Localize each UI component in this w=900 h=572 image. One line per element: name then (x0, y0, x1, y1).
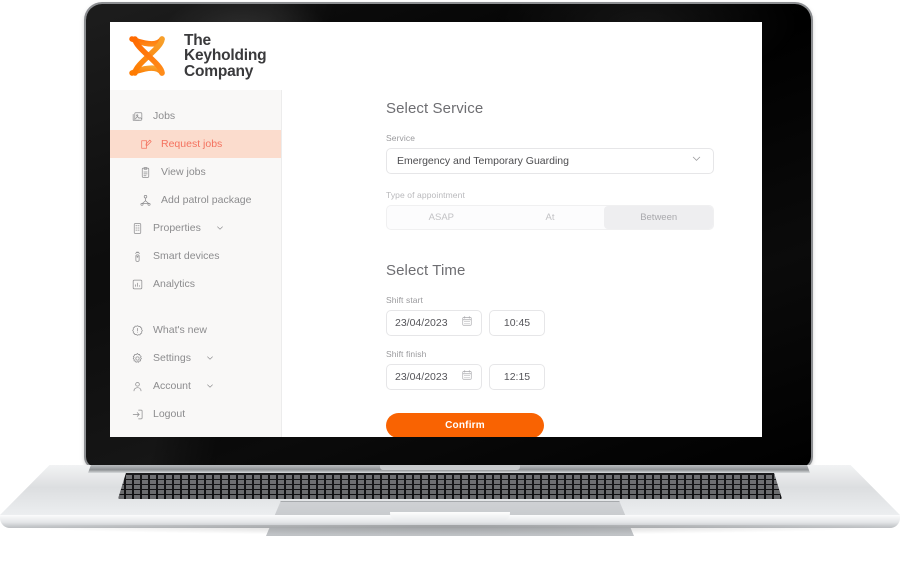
sidebar-item-label: View jobs (161, 166, 206, 178)
shift-start-time-value: 10:45 (503, 317, 531, 329)
base-front-notch (390, 512, 510, 521)
sidebar-item-settings[interactable]: Settings (110, 344, 281, 372)
keyboard-row (118, 495, 782, 499)
shift-start-date-input[interactable]: 23/04/2023 (386, 310, 482, 336)
shift-start-time-input[interactable]: 10:45 (489, 310, 545, 336)
sidebar: Jobs Request jobs View jobs Add patrol p… (110, 90, 282, 437)
app-body: Jobs Request jobs View jobs Add patrol p… (110, 90, 762, 437)
service-select-value: Emergency and Temporary Guarding (397, 155, 569, 167)
keyboard-row (118, 480, 782, 484)
main-content: Select Service Service Emergency and Tem… (282, 90, 762, 437)
shift-finish-label: Shift finish (386, 349, 427, 359)
keyboard-row (118, 485, 782, 489)
drop-shadow (10, 525, 890, 535)
bar-chart-icon (130, 277, 144, 291)
sidebar-item-label: Jobs (153, 110, 176, 122)
building-icon (130, 221, 144, 235)
smart-device-icon (130, 249, 144, 263)
chevron-down-icon (205, 381, 215, 391)
shift-finish-time-value: 12:15 (503, 371, 531, 383)
sidebar-divider-gap (110, 298, 281, 316)
chevron-down-icon (215, 223, 225, 233)
service-label: Service (386, 133, 416, 143)
sidebar-item-label: Account (153, 380, 191, 392)
gear-icon (130, 351, 144, 365)
sidebar-item-label: Logout (153, 408, 186, 420)
keyboard (118, 473, 782, 499)
shift-finish-row: 23/04/2023 12:15 (386, 364, 762, 390)
brand-logo[interactable]: The Keyholding Company (122, 30, 267, 82)
person-icon (130, 379, 144, 393)
brand-line-3: Company (184, 62, 254, 80)
appointment-type-segmented-control: ASAP At Between (386, 205, 714, 230)
shift-start-date-value: 23/04/2023 (395, 317, 448, 329)
calendar-icon[interactable] (461, 314, 473, 332)
sidebar-item-logout[interactable]: Logout (110, 400, 281, 428)
sidebar-item-request-jobs[interactable]: Request jobs (110, 130, 281, 158)
app-header: The Keyholding Company (110, 22, 762, 90)
chevron-down-icon (690, 152, 703, 170)
confirm-button[interactable]: Confirm (386, 413, 544, 437)
sidebar-item-label: Smart devices (153, 250, 220, 262)
sidebar-item-label: Request jobs (161, 138, 223, 150)
keyboard-row (118, 490, 782, 494)
sidebar-item-label: Analytics (153, 278, 196, 290)
sidebar-item-smart-devices[interactable]: Smart devices (110, 242, 281, 270)
service-select[interactable]: Emergency and Temporary Guarding (386, 148, 714, 174)
shift-start-label: Shift start (386, 295, 424, 305)
segment-asap[interactable]: ASAP (387, 206, 496, 229)
sidebar-item-properties[interactable]: Properties (110, 214, 281, 242)
logout-icon (130, 407, 144, 421)
shift-finish-date-value: 23/04/2023 (395, 371, 448, 383)
info-badge-icon (130, 323, 144, 337)
sidebar-item-view-jobs[interactable]: View jobs (110, 158, 281, 186)
jobs-icon (130, 109, 144, 123)
select-service-title: Select Service (386, 100, 484, 117)
sidebar-item-add-patrol-package[interactable]: Add patrol package (110, 186, 281, 214)
sidebar-item-label: Add patrol package (161, 194, 252, 206)
sidebar-item-label: Properties (153, 222, 201, 234)
brand-wordmark: The Keyholding Company (184, 31, 267, 80)
sidebar-item-analytics[interactable]: Analytics (110, 270, 281, 298)
edit-square-icon (138, 137, 152, 151)
sidebar-item-account[interactable]: Account (110, 372, 281, 400)
sidebar-item-label: Settings (153, 352, 191, 364)
laptop-base (0, 465, 900, 536)
brand-line-2: Keyholding (184, 47, 267, 65)
sidebar-item-whats-new[interactable]: What's new (110, 316, 281, 344)
laptop-mockup: The Keyholding Company Jobs Request jobs… (0, 0, 900, 572)
brand-line-1: The (184, 31, 211, 49)
app-screen: The Keyholding Company Jobs Request jobs… (110, 22, 762, 437)
patrol-route-icon (138, 193, 152, 207)
chevron-down-icon (205, 353, 215, 363)
keyholding-x-logo-icon (122, 30, 174, 82)
shift-finish-time-input[interactable]: 12:15 (489, 364, 545, 390)
sidebar-item-jobs[interactable]: Jobs (110, 102, 281, 130)
hinge-notch (380, 465, 520, 470)
shift-start-row: 23/04/2023 10:45 (386, 310, 762, 336)
segment-at[interactable]: At (496, 206, 605, 229)
sidebar-item-label: What's new (153, 324, 207, 336)
shift-finish-date-input[interactable]: 23/04/2023 (386, 364, 482, 390)
segment-between[interactable]: Between (604, 206, 713, 229)
select-time-title: Select Time (386, 262, 466, 279)
keyboard-row (118, 475, 782, 479)
appointment-type-label: Type of appointment (386, 190, 465, 200)
calendar-icon[interactable] (461, 368, 473, 386)
clipboard-icon (138, 165, 152, 179)
